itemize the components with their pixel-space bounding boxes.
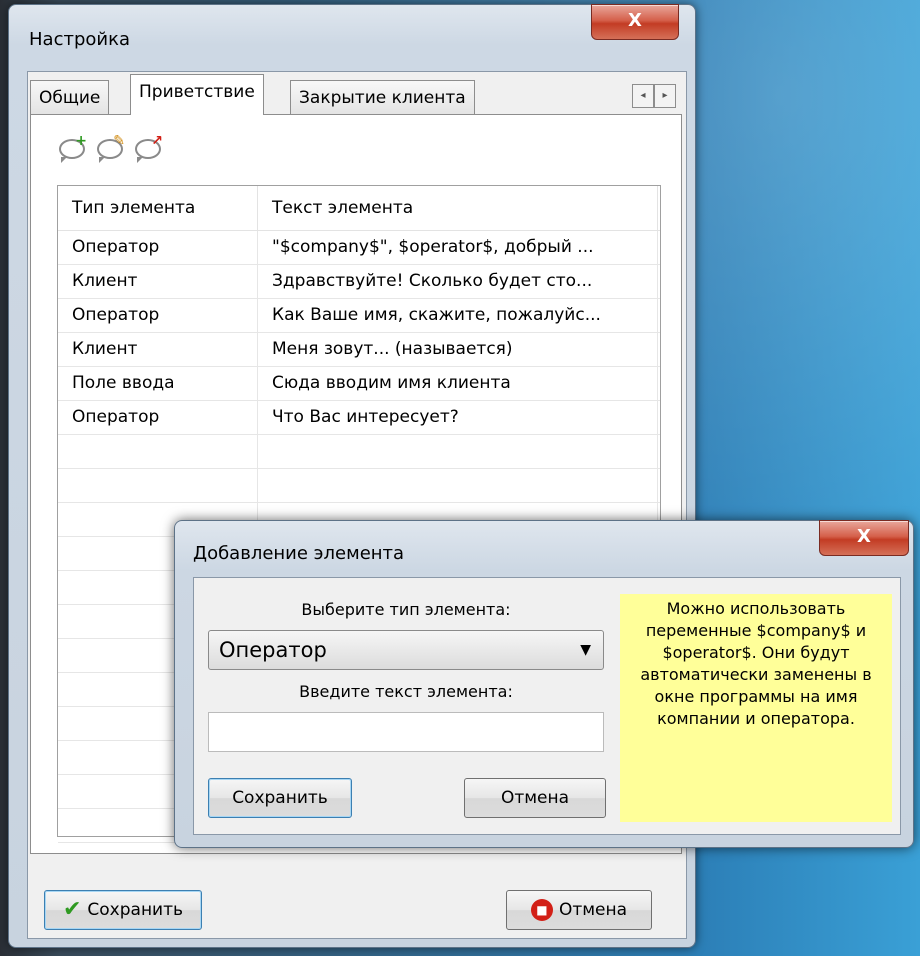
tab-general[interactable]: Общие	[30, 80, 110, 114]
cell-type: Оператор	[58, 231, 258, 264]
cell-type: Клиент	[58, 333, 258, 366]
type-label: Выберите тип элемента:	[301, 600, 511, 619]
check-icon: ✔	[62, 897, 82, 922]
cell-text: Сюда вводим имя клиента	[258, 367, 658, 400]
delete-message-icon[interactable]: ↗	[133, 133, 163, 163]
dialog-save-button[interactable]: Сохранить	[208, 778, 352, 818]
add-message-icon[interactable]: +	[57, 133, 87, 163]
cancel-button[interactable]: ■ Отмена	[506, 890, 652, 930]
save-button-label: Сохранить	[87, 900, 184, 920]
cell-text: "$company$", $operator$, добрый ...	[258, 231, 658, 264]
cell-text: Как Ваше имя, скажите, пожалуйс...	[258, 299, 658, 332]
toolbar: + ✎ ↗	[57, 133, 163, 163]
dialog-title: Добавление элемента	[193, 543, 405, 564]
tab-scroll-left-button[interactable]: ◂	[632, 84, 654, 108]
table-row[interactable]: Оператор Как Ваше имя, скажите, пожалуйс…	[58, 299, 660, 333]
table-row[interactable]: Оператор Что Вас интересует?	[58, 401, 660, 435]
save-button[interactable]: ✔ Сохранить	[44, 890, 202, 930]
empty-row	[58, 435, 660, 469]
stop-icon: ■	[530, 899, 553, 921]
cancel-button-label: Отмена	[558, 900, 628, 920]
text-label: Введите текст элемента:	[299, 682, 513, 701]
cell-text: Что Вас интересует?	[258, 401, 658, 434]
cell-text: Меня зовут... (называется)	[258, 333, 658, 366]
cell-type: Оператор	[58, 401, 258, 434]
chevron-down-icon: ▼	[580, 642, 591, 658]
cell-type: Оператор	[58, 299, 258, 332]
column-header-type[interactable]: Тип элемента	[58, 186, 258, 230]
element-text-input[interactable]	[208, 712, 604, 752]
table-row[interactable]: Клиент Меня зовут... (называется)	[58, 333, 660, 367]
table-header: Тип элемента Текст элемента	[58, 186, 660, 231]
dialog-client-area: Выберите тип элемента: Оператор ▼ Введит…	[193, 577, 901, 835]
dialog-close-button[interactable]: X	[819, 520, 909, 556]
element-type-select[interactable]: Оператор ▼	[208, 630, 604, 670]
edit-message-icon[interactable]: ✎	[95, 133, 125, 163]
empty-row	[58, 469, 660, 503]
cell-type: Поле ввода	[58, 367, 258, 400]
tab-scroll-right-button[interactable]: ▸	[654, 84, 676, 108]
table-row[interactable]: Клиент Здравствуйте! Сколько будет сто..…	[58, 265, 660, 299]
dialog-cancel-button[interactable]: Отмена	[464, 778, 606, 818]
cell-type: Клиент	[58, 265, 258, 298]
window-title: Настройка	[29, 29, 130, 50]
variables-hint: Можно использовать переменные $company$ …	[620, 594, 892, 822]
table-row[interactable]: Оператор "$company$", $operator$, добрый…	[58, 231, 660, 265]
column-header-text[interactable]: Текст элемента	[258, 186, 658, 230]
close-button[interactable]: X	[591, 4, 679, 40]
add-element-dialog: Добавление элемента X Выберите тип элеме…	[174, 520, 914, 848]
table-row[interactable]: Поле ввода Сюда вводим имя клиента	[58, 367, 660, 401]
element-type-value: Оператор	[219, 638, 327, 662]
tab-client-closing[interactable]: Закрытие клиента	[290, 80, 475, 114]
tab-scroll-buttons: ◂ ▸	[632, 84, 676, 108]
cell-text: Здравствуйте! Сколько будет сто...	[258, 265, 658, 298]
tab-greeting[interactable]: Приветствие	[130, 74, 264, 115]
